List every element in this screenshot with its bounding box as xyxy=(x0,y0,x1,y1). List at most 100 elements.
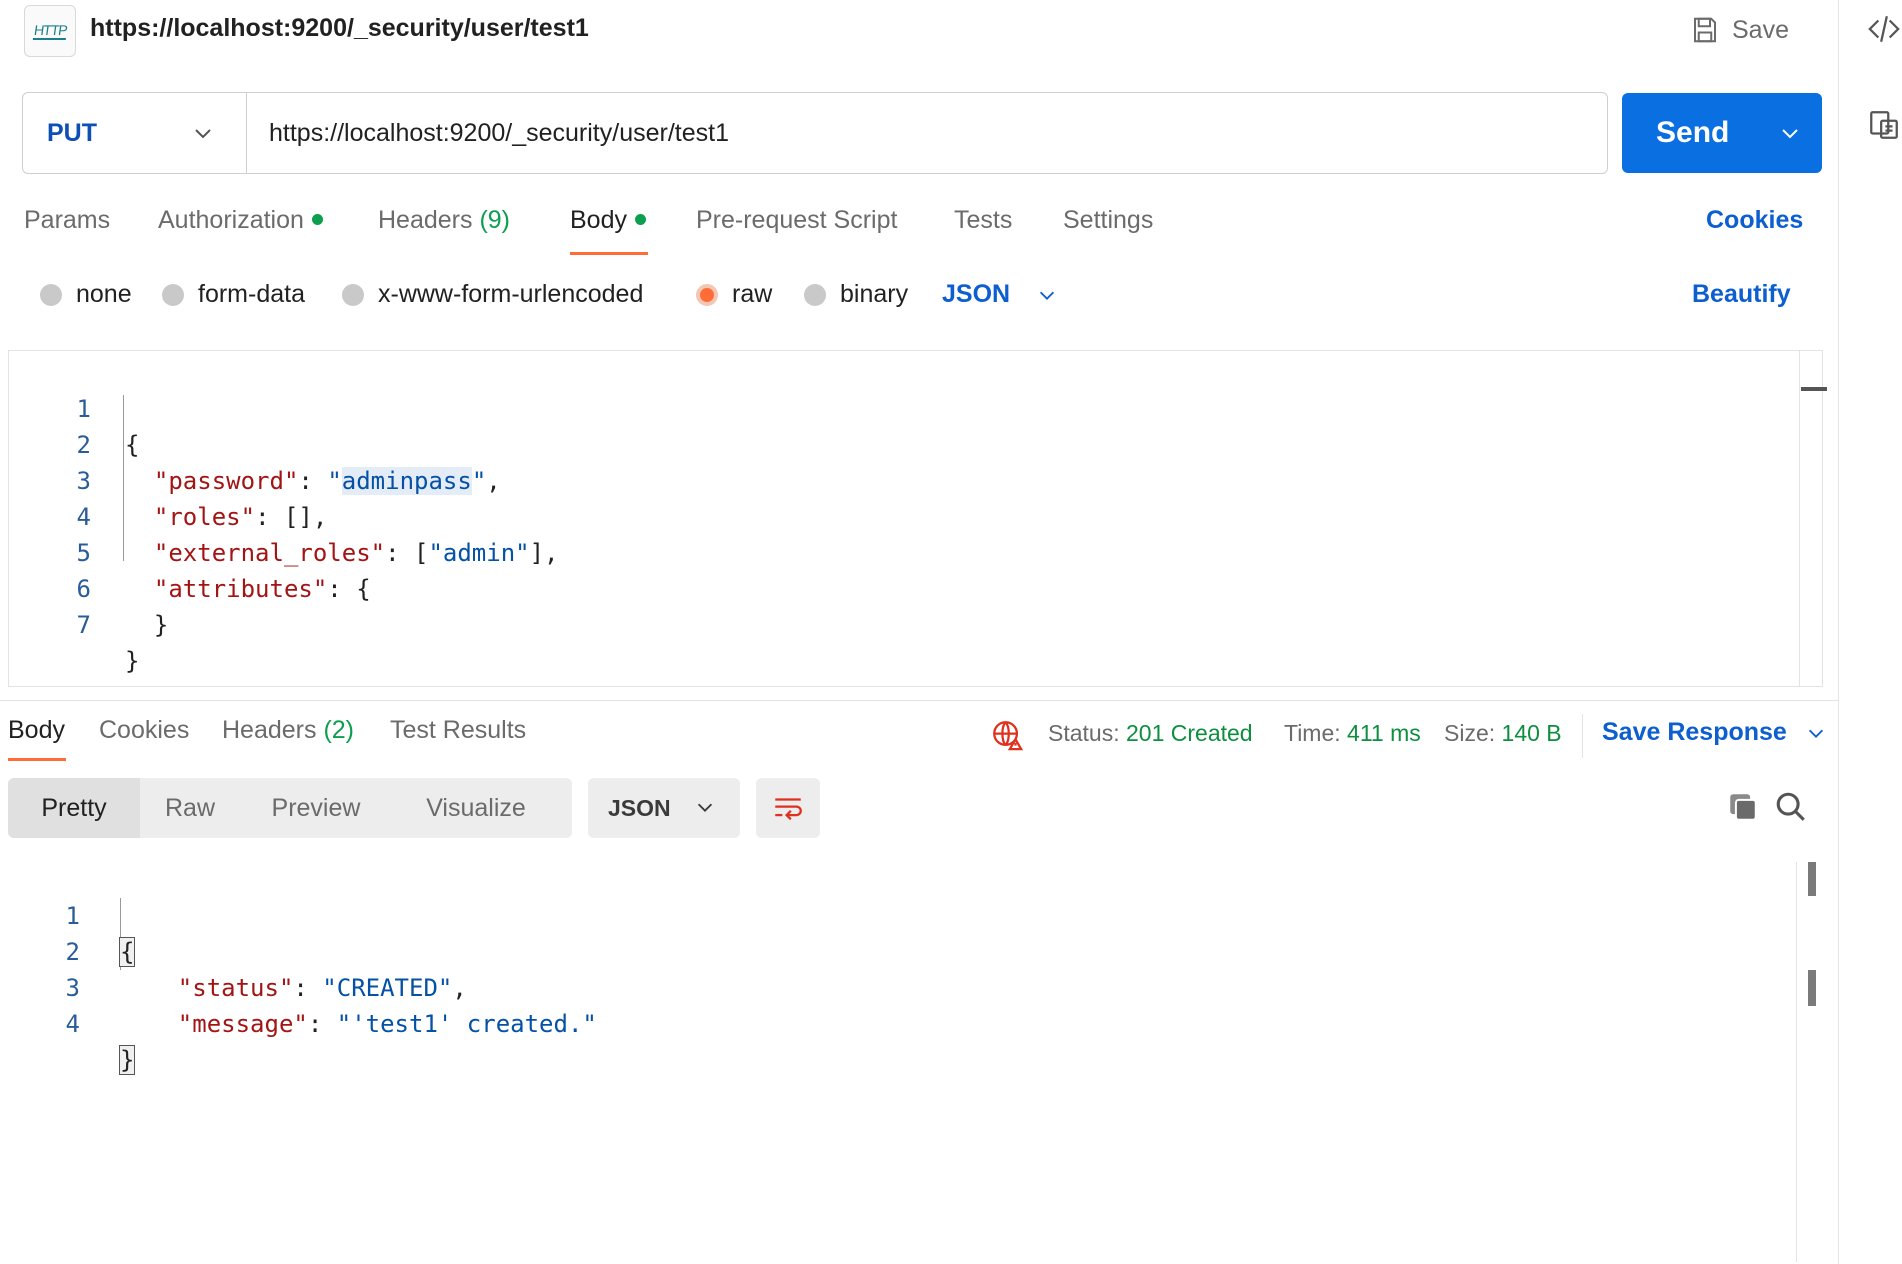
code-line: 3 "roles": [], xyxy=(9,427,1822,531)
response-tab-body-label: Body xyxy=(8,716,65,744)
body-active-dot xyxy=(634,213,646,225)
tab-headers-label: Headers xyxy=(378,206,473,234)
search-icon[interactable] xyxy=(1774,790,1808,824)
size-value: 140 B xyxy=(1501,720,1562,746)
code-line: 1 { xyxy=(0,862,1838,967)
response-tab-test-results[interactable]: Test Results xyxy=(390,716,526,745)
beautify-link[interactable]: Beautify xyxy=(1692,280,1791,309)
response-tab-body-underline xyxy=(8,758,66,761)
response-tab-body[interactable]: Body xyxy=(8,716,65,745)
request-tabs: Params Authorization Headers (9) Body Pr… xyxy=(0,200,1838,256)
view-preview[interactable]: Preview xyxy=(240,778,392,838)
code-text: } xyxy=(125,647,140,675)
tab-body[interactable]: Body xyxy=(570,206,646,235)
code-line: 5 "attributes": { xyxy=(9,499,1822,603)
tab-authorization-label: Authorization xyxy=(158,206,304,234)
tab-pre-request-script[interactable]: Pre-request Script xyxy=(696,206,897,235)
code-line: 6 } xyxy=(9,535,1822,639)
request-body-editor[interactable]: 1 { 2 "password": "adminpass", 3 "roles"… xyxy=(8,350,1827,687)
line-number: 4 xyxy=(65,1010,80,1038)
status-separator xyxy=(1582,714,1583,758)
body-type-form-data[interactable]: form-data xyxy=(162,280,305,309)
body-type-urlencoded[interactable]: x-www-form-urlencoded xyxy=(342,280,643,309)
right-sidebar xyxy=(1838,0,1902,1264)
body-language-select[interactable]: JSON xyxy=(942,280,1058,309)
copy-icon[interactable] xyxy=(1726,790,1760,824)
radio-form-data[interactable] xyxy=(162,283,184,306)
radio-binary[interactable] xyxy=(804,283,826,306)
tab-pre-request-script-label: Pre-request Script xyxy=(696,206,898,234)
code-line: 2 "status": "CREATED", xyxy=(0,898,1838,1002)
response-format-label: JSON xyxy=(608,794,671,821)
line-number: 7 xyxy=(76,611,91,639)
radio-urlencoded[interactable] xyxy=(342,283,364,306)
response-scrollbar-track[interactable] xyxy=(1796,862,1797,1262)
editor-scrollbar-track[interactable] xyxy=(1799,351,1800,686)
save-response-label: Save Response xyxy=(1602,718,1787,746)
code-text: } xyxy=(118,1045,136,1075)
radio-raw[interactable] xyxy=(696,283,718,306)
tab-params-label: Params xyxy=(24,206,111,234)
wrap-lines-icon xyxy=(775,798,802,821)
code-line: 1 { xyxy=(9,355,1822,459)
response-tabs: Body Cookies Headers (2) Test Results St… xyxy=(0,708,1838,764)
cookies-link[interactable]: Cookies xyxy=(1706,206,1803,235)
save-button[interactable]: Save xyxy=(1690,10,1789,50)
response-tab-cookies-label: Cookies xyxy=(99,716,190,744)
code-line: 3 "message": "'test1' created." xyxy=(0,934,1838,1038)
view-pretty[interactable]: Pretty xyxy=(8,778,140,838)
body-type-none-label: none xyxy=(76,280,132,308)
authorization-active-dot xyxy=(311,213,323,225)
send-label: Send xyxy=(1656,116,1730,149)
documentation-icon[interactable] xyxy=(1867,108,1901,142)
chevron-down-icon xyxy=(195,129,211,139)
send-button[interactable]: Send xyxy=(1622,93,1822,173)
chevron-down-icon xyxy=(1040,291,1055,300)
view-visualize[interactable]: Visualize xyxy=(392,778,560,838)
view-raw[interactable]: Raw xyxy=(140,778,240,838)
request-title[interactable]: https://localhost:9200/_security/user/te… xyxy=(90,14,589,43)
http-icon-label: HTTP xyxy=(32,22,68,40)
chevron-down-icon xyxy=(1808,729,1823,738)
response-body-viewer[interactable]: 1 { 2 "status": "CREATED", 3 "message": … xyxy=(0,862,1838,1264)
chevron-down-icon xyxy=(697,803,713,812)
response-status: Status: 201 Created xyxy=(1048,720,1253,747)
tab-tests[interactable]: Tests xyxy=(954,206,1012,235)
url-input[interactable] xyxy=(269,111,1569,155)
body-type-none[interactable]: none xyxy=(40,280,132,309)
response-tab-headers[interactable]: Headers (2) xyxy=(222,716,354,745)
chevron-down-icon[interactable] xyxy=(1778,121,1802,145)
code-line: 4 "external_roles": ["admin"], xyxy=(9,463,1822,567)
tab-authorization[interactable]: Authorization xyxy=(158,206,323,235)
tab-settings[interactable]: Settings xyxy=(1063,206,1153,235)
method-label: PUT xyxy=(47,118,97,147)
globe-warning-icon[interactable] xyxy=(990,718,1024,752)
method-select[interactable]: PUT xyxy=(23,93,247,173)
response-time: Time: 411 ms xyxy=(1284,720,1421,747)
response-divider[interactable] xyxy=(0,700,1838,701)
tab-params[interactable]: Params xyxy=(24,206,110,235)
response-format-select[interactable]: JSON xyxy=(588,778,740,838)
view-preview-label: Preview xyxy=(271,793,361,822)
body-type-raw-label: raw xyxy=(732,280,773,308)
code-text: "message": "'test1' created." xyxy=(177,1010,597,1038)
save-response-button[interactable]: Save Response xyxy=(1602,718,1827,747)
code-icon[interactable] xyxy=(1867,12,1901,46)
response-scrollbar-marker xyxy=(1808,970,1816,1006)
body-language-label: JSON xyxy=(942,280,1011,308)
response-tab-test-results-label: Test Results xyxy=(390,716,527,744)
code-line: 2 "password": "adminpass", xyxy=(9,391,1822,495)
view-pretty-label: Pretty xyxy=(41,793,107,822)
response-tab-cookies[interactable]: Cookies xyxy=(99,716,189,745)
body-type-raw[interactable]: raw xyxy=(696,280,772,309)
code-line: 4 } xyxy=(0,970,1838,1075)
tab-headers[interactable]: Headers (9) xyxy=(378,206,510,235)
status-label: Status: xyxy=(1048,720,1120,746)
body-type-binary[interactable]: binary xyxy=(804,280,908,309)
radio-none[interactable] xyxy=(40,283,62,306)
status-value: 201 Created xyxy=(1126,720,1253,746)
editor-scrollbar-marker xyxy=(1801,387,1827,391)
wrap-lines-button[interactable] xyxy=(756,778,820,838)
view-visualize-label: Visualize xyxy=(426,793,526,822)
body-type-binary-label: binary xyxy=(840,280,909,308)
